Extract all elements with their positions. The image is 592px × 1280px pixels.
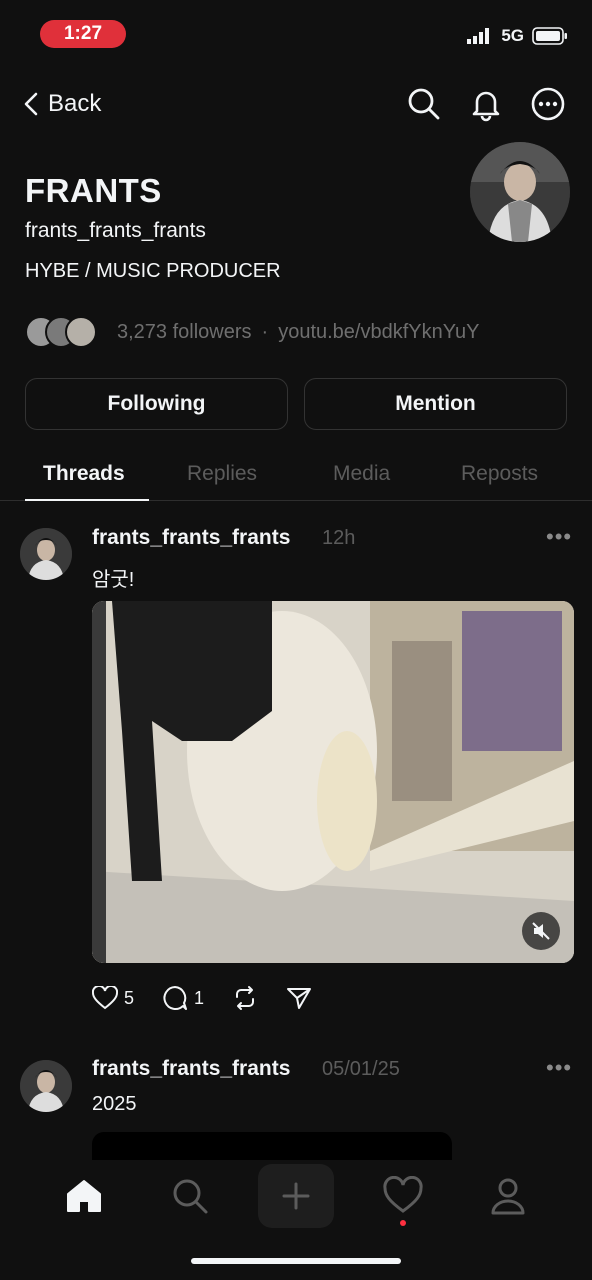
profile-link[interactable]: youtu.be/vbdkfYknYuY <box>278 321 479 344</box>
reply-button[interactable]: 1 <box>162 985 204 1011</box>
more-icon[interactable] <box>530 86 566 122</box>
new-thread-button[interactable] <box>258 1164 334 1228</box>
home-icon[interactable] <box>64 1176 104 1216</box>
following-button[interactable]: Following <box>25 378 288 430</box>
post-actions: 5 1 <box>92 985 312 1011</box>
post-avatar[interactable] <box>20 528 72 580</box>
follower-avatar <box>65 316 97 348</box>
followers-count[interactable]: 3,273 followers <box>117 321 252 344</box>
post-text: 암굿! <box>92 569 135 591</box>
profile-avatar[interactable] <box>470 142 570 242</box>
network-label: 5G <box>501 26 524 45</box>
separator-dot: · <box>261 320 269 343</box>
back-button[interactable]: Back <box>24 90 101 118</box>
heart-icon <box>92 986 118 1010</box>
status-indicators: 5G <box>467 26 568 46</box>
mention-button[interactable]: Mention <box>304 378 567 430</box>
post-time: 12h <box>322 527 356 549</box>
like-button[interactable]: 5 <box>92 986 134 1010</box>
search-icon[interactable] <box>170 1176 210 1216</box>
profile-bio: HYBE / MUSIC PRODUCER <box>25 260 281 282</box>
repost-button[interactable] <box>232 985 258 1011</box>
tab-threads[interactable]: Threads <box>43 462 125 486</box>
home-indicator[interactable] <box>191 1258 401 1264</box>
heart-icon[interactable] <box>383 1176 423 1216</box>
post-time: 05/01/25 <box>322 1058 400 1080</box>
signal-icon <box>467 28 493 44</box>
notification-dot <box>400 1220 406 1226</box>
post-username[interactable]: frants_frants_frants <box>92 526 290 550</box>
post-video[interactable] <box>92 601 574 963</box>
tab-replies[interactable]: Replies <box>187 462 257 486</box>
bell-icon[interactable] <box>468 86 504 122</box>
tab-media[interactable]: Media <box>333 462 390 486</box>
battery-icon <box>532 27 568 45</box>
profile-name: FRANTS <box>25 172 162 209</box>
follower-avatars[interactable] <box>25 316 97 348</box>
reply-count: 1 <box>194 987 205 1008</box>
send-icon <box>286 985 312 1011</box>
post-more-icon[interactable]: ••• <box>546 1055 572 1081</box>
chevron-left-icon <box>24 92 38 116</box>
nav-actions <box>406 86 566 122</box>
profile-icon[interactable] <box>488 1176 528 1216</box>
repost-icon <box>232 985 258 1011</box>
status-time: 1:27 <box>40 20 126 48</box>
mute-button[interactable] <box>522 912 560 950</box>
active-tab-indicator <box>25 499 149 501</box>
search-icon[interactable] <box>406 86 442 122</box>
profile-handle: frants_frants_frants <box>25 219 206 242</box>
post-username[interactable]: frants_frants_frants <box>92 1057 290 1081</box>
comment-icon <box>162 985 188 1011</box>
post-more-icon[interactable]: ••• <box>546 524 572 550</box>
plus-icon <box>280 1180 312 1212</box>
back-label: Back <box>48 90 102 117</box>
post-avatar[interactable] <box>20 1060 72 1112</box>
followers-row: 3,273 followers · youtu.be/vbdkfYknYuY <box>25 316 479 348</box>
post-text: 2025 <box>92 1093 137 1115</box>
tab-reposts[interactable]: Reposts <box>461 462 538 486</box>
like-count: 5 <box>124 987 135 1008</box>
share-button[interactable] <box>286 985 312 1011</box>
